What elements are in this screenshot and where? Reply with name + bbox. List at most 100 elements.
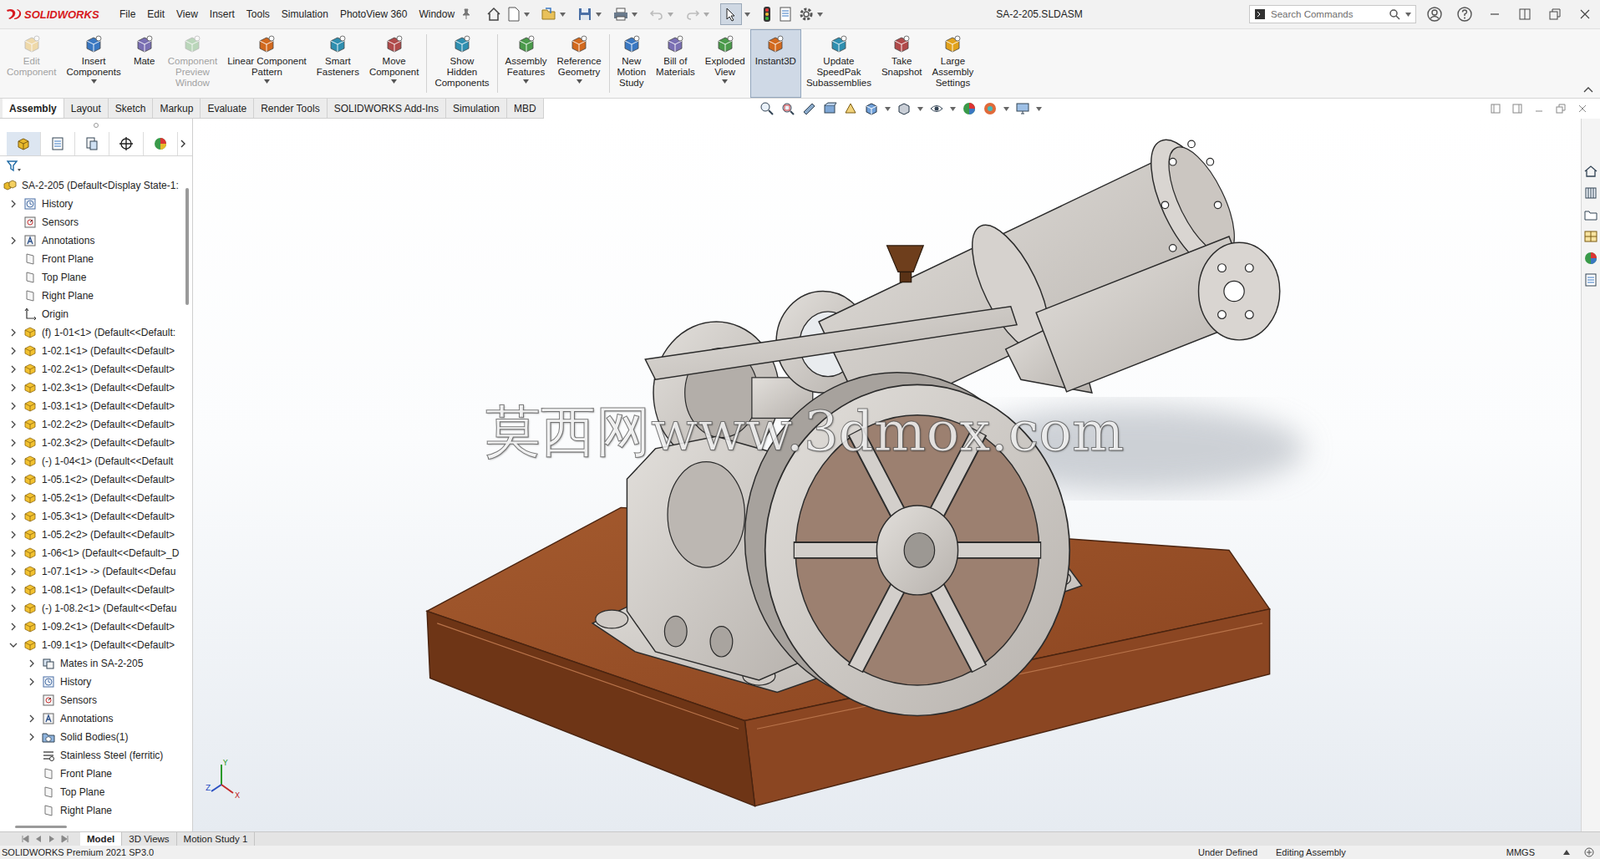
section-view-icon[interactable]	[822, 101, 838, 117]
tree-item[interactable]: 1-09.2<1> (Default<<Default>	[0, 617, 186, 636]
dropdown-caret-icon[interactable]	[1036, 106, 1042, 112]
expander-icon[interactable]	[9, 383, 18, 392]
bottom-tab[interactable]: Model	[80, 832, 122, 846]
expander-icon[interactable]	[9, 438, 18, 447]
last-tab-icon[interactable]	[60, 833, 71, 844]
redo-icon[interactable]	[684, 5, 701, 23]
dropdown-caret-icon[interactable]	[631, 12, 638, 17]
ribbon-button[interactable]: Edit Component	[1, 29, 61, 98]
ribbon-button[interactable]: Bill of Materials	[650, 29, 701, 98]
menu-item[interactable]: Tools	[240, 8, 276, 21]
dropdown-caret-icon[interactable]	[391, 79, 397, 84]
units-caret-icon[interactable]	[1563, 849, 1570, 855]
command-tab[interactable]: Simulation	[446, 98, 508, 118]
view-settings-icon[interactable]	[1015, 101, 1031, 117]
status-options-icon[interactable]	[1583, 846, 1595, 859]
new-document-icon[interactable]	[506, 5, 522, 23]
dropdown-caret-icon[interactable]	[917, 106, 924, 112]
dropdown-caret-icon[interactable]	[91, 79, 97, 84]
command-tab[interactable]: Layout	[64, 98, 109, 118]
file-properties-icon[interactable]	[777, 5, 794, 23]
ribbon-button[interactable]: Component Preview Window	[162, 29, 223, 98]
dropdown-caret-icon[interactable]	[817, 12, 823, 17]
tree-item[interactable]: SA-2-205 (Default<Display State-1:	[0, 176, 186, 195]
home-icon[interactable]	[485, 5, 503, 23]
dropdown-caret-icon[interactable]	[884, 106, 891, 112]
dropdown-caret-icon[interactable]	[1003, 106, 1010, 112]
panel-handle[interactable]	[0, 118, 193, 133]
ribbon-button[interactable]: Update SpeedPak Subassemblies	[801, 29, 877, 98]
view-right-icon[interactable]	[1511, 102, 1524, 115]
tree-item[interactable]: Right Plane	[0, 801, 186, 820]
save-icon[interactable]	[576, 5, 594, 23]
panel-tab[interactable]	[75, 132, 110, 156]
ribbon-button[interactable]: Move Component	[364, 29, 424, 98]
tree-item[interactable]: Solid Bodies(1)	[0, 727, 186, 747]
expander-icon[interactable]	[9, 328, 18, 337]
menu-item[interactable]: Simulation	[275, 8, 335, 21]
graphics-area[interactable]: 莫西网www.3dmox.comYZX	[193, 118, 1581, 832]
select-tool[interactable]	[720, 3, 742, 26]
menu-item[interactable]: Window	[412, 8, 461, 21]
bottom-tab[interactable]: 3D Views	[121, 832, 177, 846]
expander-icon[interactable]	[9, 567, 18, 576]
tree-item[interactable]: Annotations	[0, 709, 186, 728]
tree-item[interactable]: Top Plane	[0, 268, 186, 287]
dropdown-caret-icon[interactable]	[721, 79, 728, 84]
tree-item[interactable]: Front Plane	[0, 764, 186, 783]
command-tab[interactable]: Evaluate	[200, 98, 254, 118]
previous-tab-icon[interactable]	[33, 833, 44, 844]
command-tab[interactable]: MBD	[507, 98, 544, 118]
expander-icon[interactable]	[27, 714, 36, 723]
tree-item[interactable]: 1-02.3<1> (Default<<Default>	[0, 378, 186, 397]
magnifier-icon[interactable]	[1388, 8, 1401, 21]
menu-item[interactable]: Insert	[203, 8, 241, 21]
valve-chest[interactable]	[1005, 236, 1280, 393]
menu-item[interactable]: File	[113, 8, 142, 21]
tree-item[interactable]: 1-02.1<1> (Default<<Default>	[0, 341, 186, 361]
tree-item[interactable]: 1-05.1<2> (Default<<Default>	[0, 470, 186, 489]
tree-item[interactable]: (-) 1-08.2<1> (Default<<Defau	[0, 599, 186, 618]
file-explorer-icon[interactable]	[1583, 207, 1599, 223]
command-tab[interactable]: SOLIDWORKS Add-Ins	[327, 98, 447, 118]
dropdown-caret-icon[interactable]	[595, 12, 602, 17]
ribbon-button[interactable]: Insert Components	[60, 29, 126, 98]
dynamic-annotation-icon[interactable]	[843, 101, 859, 117]
tree-item[interactable]: (-) 1-04<1> (Default<<Default	[0, 452, 186, 471]
filter-icon[interactable]	[6, 159, 22, 173]
tree-item[interactable]: Top Plane	[0, 782, 186, 802]
expander-icon[interactable]	[9, 420, 18, 429]
horizontal-scrollbar[interactable]	[0, 821, 193, 832]
menu-item[interactable]: View	[170, 8, 204, 21]
design-library-icon[interactable]	[1583, 185, 1599, 201]
previous-view-icon[interactable]	[801, 101, 817, 117]
vertical-scrollbar[interactable]	[185, 176, 193, 822]
ribbon-button[interactable]: Exploded View	[700, 29, 751, 98]
undo-icon[interactable]	[648, 5, 666, 23]
next-tab-icon[interactable]	[46, 833, 57, 844]
tree-item[interactable]: 1-09.1<1> (Default<<Default>	[0, 635, 186, 655]
minimize-document-icon[interactable]	[1533, 102, 1545, 115]
expander-icon[interactable]	[9, 199, 18, 209]
tree-item[interactable]: 1-03.1<1> (Default<<Default>	[0, 396, 186, 416]
tree-item[interactable]: 1-05.2<1> (Default<<Default>	[0, 488, 186, 508]
tree-item[interactable]: 1-02.2<2> (Default<<Default>	[0, 415, 186, 434]
collapse-ribbon-icon[interactable]	[1583, 86, 1594, 93]
help-icon[interactable]	[1456, 5, 1474, 23]
panel-tab[interactable]	[143, 132, 178, 156]
close-icon[interactable]	[1576, 5, 1594, 23]
command-tab[interactable]: Render Tools	[253, 98, 328, 118]
apply-scene-icon[interactable]	[982, 101, 998, 117]
scrollbar-thumb[interactable]	[185, 187, 189, 305]
expander-icon[interactable]	[9, 585, 18, 595]
expander-icon[interactable]	[27, 732, 36, 742]
hide-show-icon[interactable]	[929, 101, 945, 117]
expander-icon[interactable]	[9, 640, 18, 650]
dropdown-caret-icon[interactable]	[949, 106, 956, 112]
dropdown-caret-icon[interactable]	[703, 12, 710, 17]
tree-item[interactable]: (f) 1-01<1> (Default<<Default:	[0, 323, 186, 342]
oil-cup[interactable]	[887, 245, 925, 283]
tree-item[interactable]: 1-08.1<1> (Default<<Default>	[0, 580, 186, 600]
restore-icon[interactable]	[1546, 5, 1564, 23]
assembly-model[interactable]	[193, 118, 1581, 832]
